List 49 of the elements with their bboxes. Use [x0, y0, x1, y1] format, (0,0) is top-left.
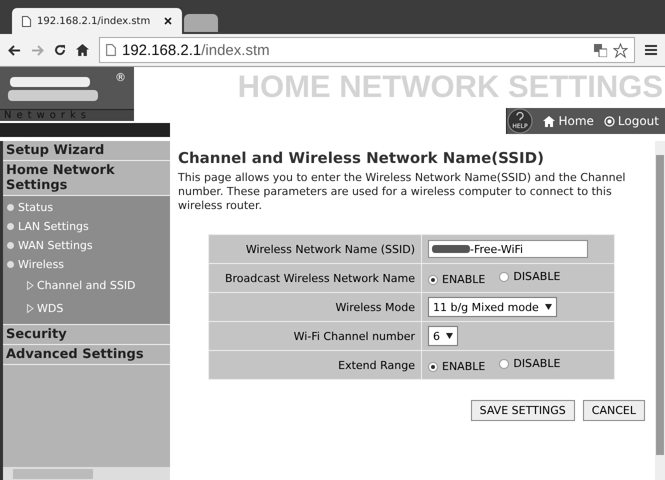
radio-label: DISABLE [513, 270, 560, 284]
bullet-icon [7, 261, 14, 268]
menu-item[interactable]: Advanced Settings [3, 345, 170, 365]
nav-link[interactable]: Home [543, 114, 594, 128]
scrollbar[interactable] [655, 141, 665, 480]
triangle-icon [27, 281, 34, 290]
field-label: Wireless Network Name (SSID) [208, 234, 422, 264]
field-label: Wireless Mode [208, 292, 422, 322]
nav-link[interactable]: Logout [604, 114, 659, 128]
field-label: Extend Range [208, 350, 422, 380]
menu-icon[interactable] [645, 44, 657, 56]
radio-label: DISABLE [513, 357, 560, 370]
back-arrow-icon[interactable] [8, 44, 21, 56]
menu-item[interactable]: Security [3, 325, 170, 345]
caret-icon [544, 304, 552, 310]
star-icon[interactable] [613, 42, 628, 58]
house-icon[interactable] [76, 44, 89, 56]
page-icon [106, 44, 116, 56]
page-description: This page allows you to enter the Wireless Network Name(SSID) and the Channel number. These parameters are used for a wireless computer to connect to this wireless router. [178, 171, 626, 212]
registered-mark: ® [115, 71, 126, 84]
radio-label: ENABLE [442, 273, 486, 286]
browser-tab[interactable]: 192.168.2.1/index.stm [12, 8, 182, 34]
triangle-icon [27, 304, 34, 313]
caret-icon [446, 333, 453, 340]
house-icon [543, 116, 556, 126]
radio-label: ENABLE [442, 360, 486, 374]
radio-button[interactable] [428, 362, 438, 372]
field-label: Wi-Fi Channel number [208, 322, 422, 351]
address-bar[interactable]: 192.168.2.1/index.stm [99, 37, 635, 63]
power-icon [604, 116, 615, 126]
bullet-icon [7, 204, 14, 211]
scrollbar[interactable] [3, 467, 170, 480]
tab-title: 192.168.2.1/index.stm [37, 16, 152, 26]
radio-button[interactable] [428, 274, 438, 285]
dropdown[interactable]: 11 b/g Mixed mode [428, 297, 557, 318]
menu-item[interactable]: Setup Wizard [3, 141, 170, 161]
bullet-icon [7, 242, 14, 249]
dropdown[interactable]: 6 [428, 326, 458, 346]
page-heading: Channel and Wireless Network Name(SSID) [178, 149, 545, 167]
form-button[interactable]: SAVE SETTINGS [470, 400, 575, 422]
page-icon [22, 16, 31, 26]
form-button[interactable]: CANCEL [582, 400, 645, 422]
radio-button[interactable] [499, 272, 510, 282]
bullet-icon [7, 223, 14, 230]
ssid-input[interactable]: -Free-WiFi [428, 240, 588, 258]
reload-icon[interactable] [54, 44, 66, 56]
radio-button[interactable] [499, 358, 510, 369]
close-icon[interactable] [164, 17, 172, 25]
field-label: Broadcast Wireless Network Name [208, 264, 422, 293]
